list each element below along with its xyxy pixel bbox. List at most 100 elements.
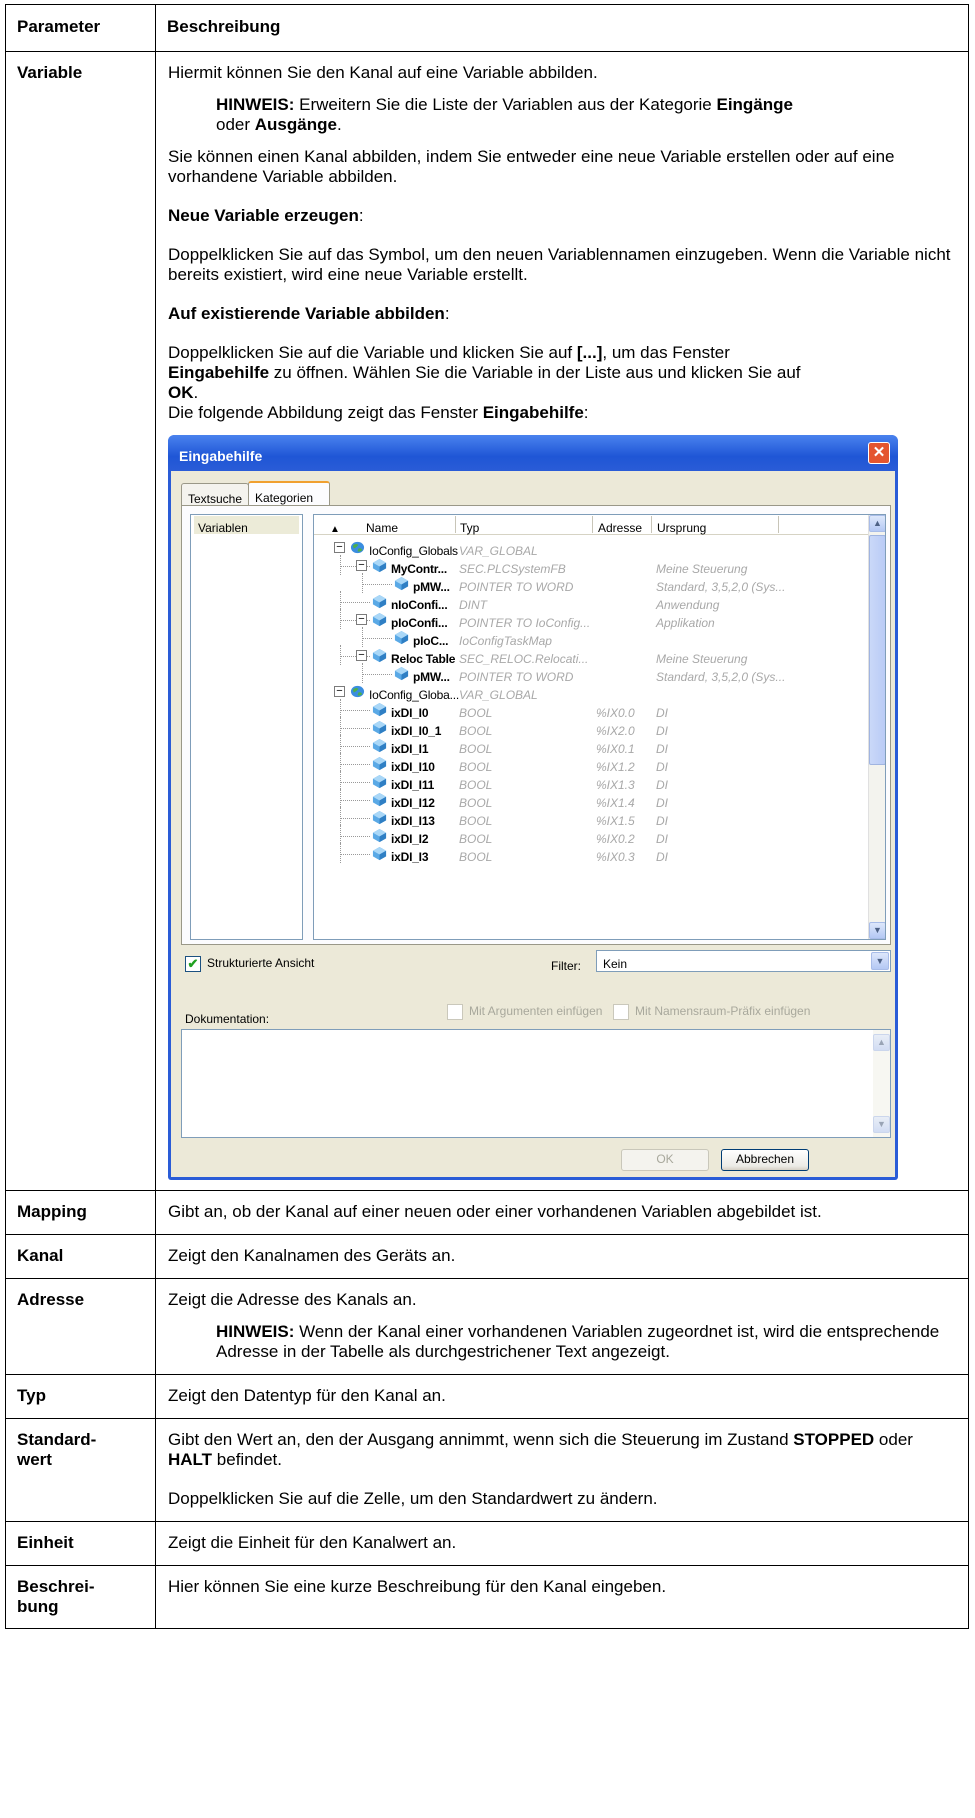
- param-desc-einheit: Zeigt die Einheit für den Kanalwert an.: [155, 1521, 969, 1566]
- tree-connector: [340, 843, 341, 863]
- adresse-note: HINWEIS: Wenn der Kanal einer vorhandene…: [216, 1322, 956, 1362]
- tree-connector: [340, 764, 370, 765]
- tree-connector: [340, 717, 341, 737]
- tab-kategorien[interactable]: Kategorien: [248, 481, 330, 505]
- scroll-up-icon[interactable]: ▲: [869, 515, 885, 532]
- structured-view-option[interactable]: ✔ Strukturierte Ansicht: [185, 953, 314, 973]
- globe-icon: [350, 685, 365, 698]
- chevron-down-icon[interactable]: ▼: [871, 952, 889, 970]
- text: Gibt den Wert an, den der Ausgang annimm…: [168, 1430, 794, 1449]
- column-type[interactable]: Typ: [460, 518, 479, 538]
- tree-connector: [362, 627, 363, 647]
- filter-select[interactable]: Kein ▼: [596, 950, 891, 972]
- text: befindet.: [212, 1450, 283, 1469]
- variable-type: BOOL: [459, 850, 493, 864]
- column-divider[interactable]: [778, 516, 779, 533]
- vertical-scrollbar[interactable]: ▲ ▼: [868, 515, 885, 939]
- variable-icon: [372, 774, 387, 789]
- tree-row[interactable]: ixDI_I11 BOOL %IX1.3 DI: [314, 771, 869, 792]
- text: Doppelklicken Sie auf die Variable und k…: [168, 343, 577, 362]
- column-divider[interactable]: [651, 516, 652, 533]
- documentation-area[interactable]: ▲ ▼: [181, 1029, 891, 1138]
- tree-connector: [340, 818, 370, 819]
- tree-row[interactable]: nIoConfi... DINT Anwendung: [314, 591, 869, 612]
- tree-row[interactable]: pMW... POINTER TO WORD Standard, 3,5,2,0 (…: [314, 573, 869, 594]
- insert-with-arguments-checkbox[interactable]: [447, 1003, 463, 1020]
- scroll-down-icon[interactable]: ▼: [873, 1116, 890, 1133]
- filter-value: Kein: [603, 957, 628, 971]
- column-origin[interactable]: Ursprung: [657, 518, 706, 538]
- close-icon[interactable]: ✕: [868, 442, 890, 464]
- collapse-icon[interactable]: −: [334, 542, 345, 553]
- tree-row[interactable]: pIoC... IoConfigTaskMap: [314, 627, 869, 648]
- scroll-down-icon[interactable]: ▼: [869, 922, 885, 939]
- documentation-scrollbar[interactable]: ▲ ▼: [873, 1030, 890, 1137]
- tree-connector: [340, 800, 370, 801]
- insert-with-arguments-option[interactable]: Mit Argumenten einfügen: [447, 1001, 602, 1021]
- sort-ascending-icon[interactable]: ▲: [330, 520, 340, 540]
- note-label: HINWEIS:: [216, 1322, 295, 1341]
- param-desc-adresse: Zeigt die Adresse des Kanals an. HINWEIS…: [155, 1278, 969, 1375]
- note-label: HINWEIS:: [216, 95, 295, 114]
- tree-row[interactable]: ixDI_I1 BOOL %IX0.1 DI: [314, 735, 869, 756]
- tree-connector: [362, 573, 363, 593]
- tree-row[interactable]: ixDI_I12 BOOL %IX1.4 DI: [314, 789, 869, 810]
- ok-button[interactable]: OK: [621, 1149, 709, 1171]
- collapse-icon[interactable]: −: [356, 560, 367, 571]
- tree-connector: [340, 771, 341, 791]
- tree-connector: [340, 825, 341, 845]
- tree-connector: [340, 746, 370, 747]
- text: oder: [874, 1430, 913, 1449]
- tree-connector: [340, 782, 370, 783]
- tree-connector: [362, 584, 392, 585]
- text: , um das Fenster: [602, 343, 730, 362]
- variable-tree-list[interactable]: ▲ Name Typ Adresse Ursprung −IoConfig_G: [313, 514, 886, 940]
- tree-row[interactable]: ixDI_I13 BOOL %IX1.5 DI: [314, 807, 869, 828]
- collapse-icon[interactable]: −: [356, 650, 367, 661]
- header-description: Beschreibung: [155, 4, 969, 52]
- scroll-thumb[interactable]: [869, 535, 885, 765]
- tab-textsuche[interactable]: Textsuche: [181, 483, 249, 506]
- tree-row[interactable]: pMW... POINTER TO WORD Standard, 3,5,2,0 (…: [314, 663, 869, 684]
- bold-ellipsis: [...]: [576, 343, 603, 362]
- param-name-beschreibung: Beschrei-bung: [5, 1565, 156, 1629]
- insert-with-namespace-option[interactable]: Mit Namensraum-Präfix einfügen: [613, 1001, 810, 1021]
- tree-row[interactable]: ixDI_I0 BOOL %IX0.0 DI: [314, 699, 869, 720]
- variable-icon: [372, 810, 387, 825]
- column-divider[interactable]: [592, 516, 593, 533]
- collapse-icon[interactable]: −: [334, 686, 345, 697]
- tree-row[interactable]: ixDI_I10 BOOL %IX1.2 DI: [314, 753, 869, 774]
- new-variable-text: Doppelklicken Sie auf das Symbol, um den…: [168, 245, 951, 284]
- param-desc-typ: Zeigt den Datentyp für den Kanal an.: [155, 1374, 969, 1419]
- scroll-up-icon[interactable]: ▲: [873, 1034, 890, 1051]
- param-name-adresse: Adresse: [5, 1278, 156, 1375]
- tree-connector: [340, 807, 341, 827]
- column-divider[interactable]: [455, 516, 456, 533]
- desc-text: Hier können Sie eine kurze Beschreibung …: [168, 1577, 667, 1596]
- tree-row[interactable]: ixDI_I3 BOOL %IX0.3 DI: [314, 843, 869, 864]
- param-desc-mapping: Gibt an, ob der Kanal auf einer neuen od…: [155, 1190, 969, 1235]
- column-address[interactable]: Adresse: [598, 518, 642, 538]
- category-item[interactable]: Variablen: [194, 516, 299, 535]
- variable-para2: Sie können einen Kanal abbilden, indem S…: [168, 147, 895, 186]
- collapse-icon[interactable]: −: [356, 614, 367, 625]
- variable-note: HINWEIS: Erweitern Sie die Liste der Var…: [216, 95, 956, 135]
- tree-row[interactable]: − pIoConfi... POINTER TO IoConfig... Applik…: [314, 609, 869, 630]
- dialog-title-bar: Eingabehilfe ✕: [168, 435, 898, 471]
- tree-row[interactable]: − IoConfig_Globals VAR_GLOBAL: [314, 539, 869, 558]
- tree-row[interactable]: ixDI_I2 BOOL %IX0.2 DI: [314, 825, 869, 846]
- note-bold-inputs: Eingänge: [716, 95, 793, 114]
- tree-row[interactable]: − MyContr... SEC.PLCSystemFB Meine Steuerun…: [314, 555, 869, 576]
- structured-view-checkbox[interactable]: ✔: [185, 955, 201, 972]
- note-text: oder: [216, 115, 255, 134]
- cancel-button[interactable]: Abbrechen: [721, 1149, 809, 1171]
- insert-with-namespace-checkbox[interactable]: [613, 1003, 629, 1020]
- variable-icon: [372, 792, 387, 807]
- tree-row[interactable]: ixDI_I0_1 BOOL %IX2.0 DI: [314, 717, 869, 738]
- column-name[interactable]: Name: [366, 518, 398, 538]
- tree-connector: [362, 663, 363, 683]
- category-list[interactable]: Variablen: [190, 514, 303, 940]
- tree-row[interactable]: − IoConfig_Globa... VAR_GLOBAL: [314, 683, 869, 702]
- existing-variable-heading: Auf existierende Variable abbilden:: [168, 304, 956, 324]
- tree-row[interactable]: − Reloc Table SEC_RELOC.Relocati... Meine S…: [314, 645, 869, 666]
